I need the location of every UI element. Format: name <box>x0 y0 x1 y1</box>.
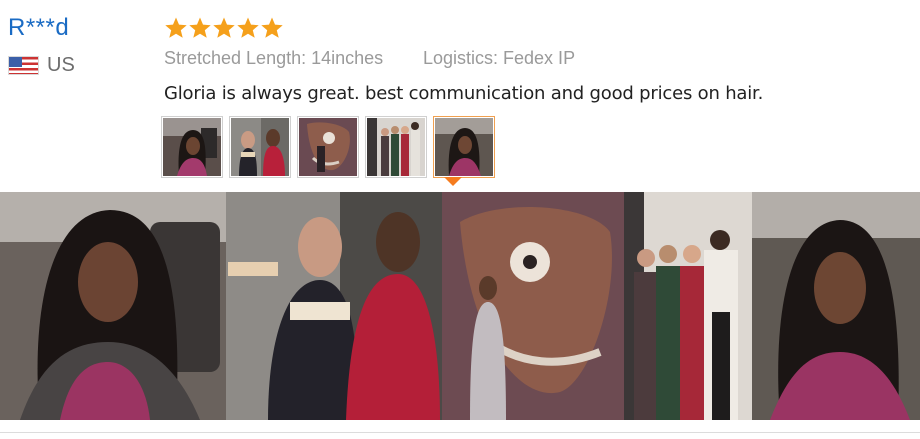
reviewer-info: R***d US <box>8 14 75 76</box>
star-icon <box>213 17 235 38</box>
review-photo-thumbnail[interactable] <box>365 116 427 178</box>
review-text: Gloria is always great. best communicati… <box>164 83 764 104</box>
us-flag-icon <box>8 56 39 75</box>
star-icon <box>261 17 283 38</box>
photo-car-selfie <box>435 118 493 176</box>
photo-cake-party <box>231 118 289 176</box>
reviewer-name: R***d <box>8 14 70 41</box>
gallery-photo-car-selfie <box>752 192 920 420</box>
country-code: US <box>47 54 75 76</box>
gallery-photo-group <box>624 192 752 420</box>
divider <box>0 432 920 433</box>
gallery-photo-cake-party <box>226 192 442 420</box>
review-photo-thumbnail[interactable] <box>297 116 359 178</box>
photo-mural <box>299 118 357 176</box>
product-attributes: Stretched Length: 14inches Logistics: Fe… <box>164 48 920 69</box>
reviewer-country: US <box>8 54 75 77</box>
review-body: Stretched Length: 14inches Logistics: Fe… <box>164 16 920 104</box>
star-icon <box>189 17 211 38</box>
selected-thumbnail-pointer <box>444 177 462 186</box>
review-photo-thumbnail[interactable] <box>161 116 223 178</box>
logistics: Logistics: Fedex IP <box>423 48 576 68</box>
photo-group <box>367 118 425 176</box>
gallery-photo-mural <box>442 192 624 420</box>
stretched-length: Stretched Length: 14inches <box>164 48 384 68</box>
gallery-photo-car-selfie <box>0 192 226 420</box>
star-rating <box>164 16 920 40</box>
photo-car-selfie <box>163 118 221 176</box>
photo-thumbnails <box>161 116 495 178</box>
review-photo-viewer[interactable] <box>0 192 920 420</box>
review-photo-thumbnail-selected[interactable] <box>433 116 495 178</box>
review-photo-thumbnail[interactable] <box>229 116 291 178</box>
star-icon <box>165 17 187 38</box>
star-icon <box>237 17 259 38</box>
